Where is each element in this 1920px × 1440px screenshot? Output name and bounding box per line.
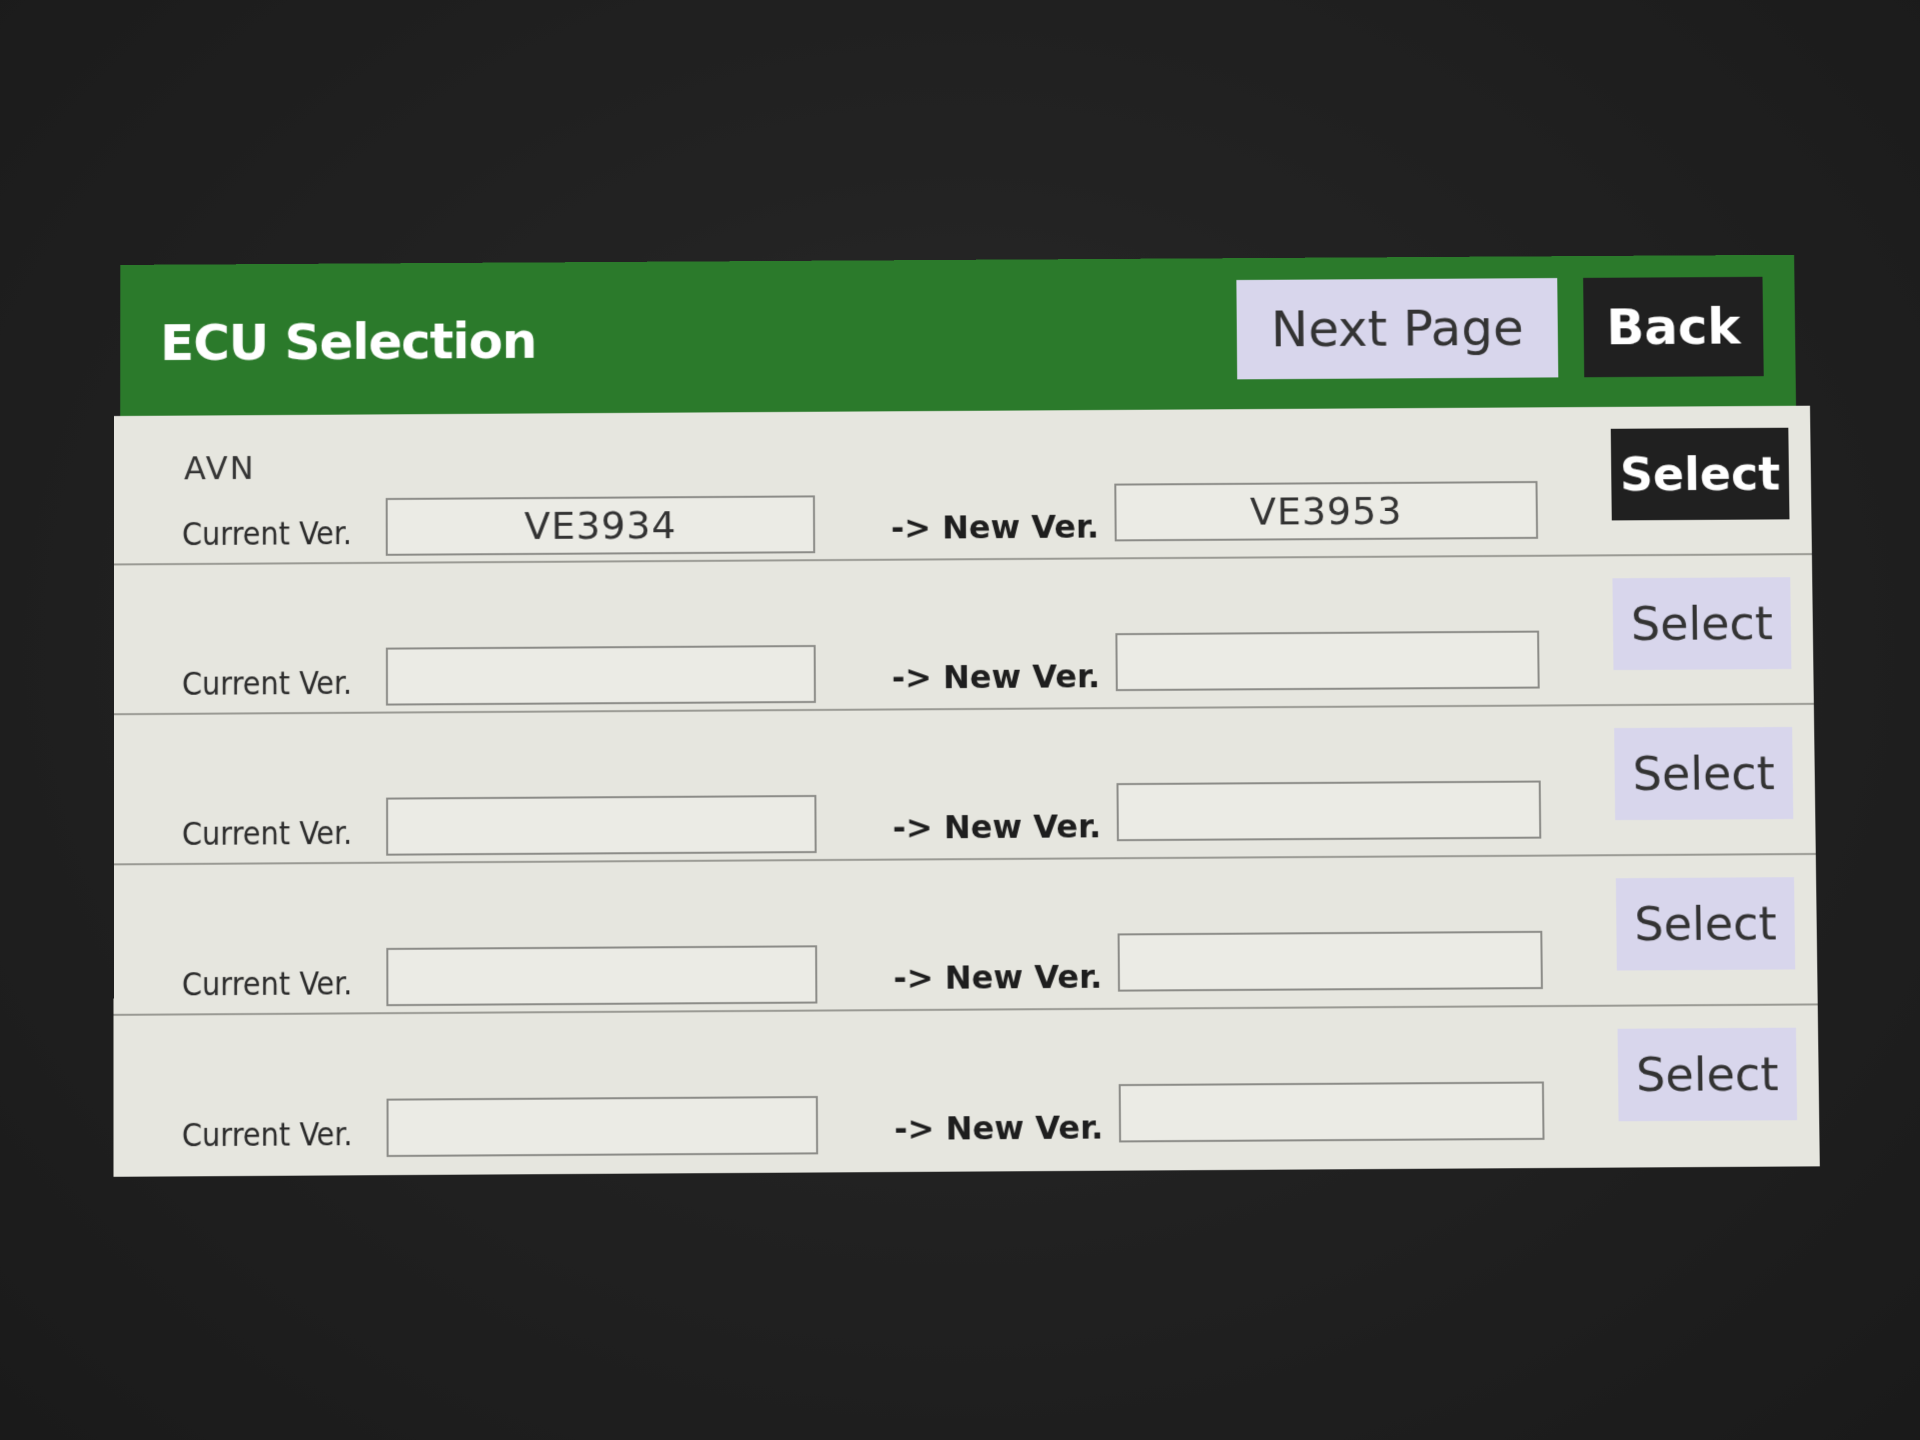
new-version-field: VE3953 [1114,481,1539,542]
current-version-field [386,945,818,1007]
page-title: ECU Selection [160,312,537,372]
current-version-field: VE3934 [385,495,816,556]
new-version-field [1118,1081,1545,1143]
new-version-label: -> New Ver. [891,657,1101,697]
ecu-row: AVN Current Ver. VE3934 -> New Ver. VE39… [114,405,1812,566]
new-version-field [1115,630,1540,692]
current-version-label: Current Ver. [181,663,353,703]
new-version-field [1117,930,1543,992]
header-bar: ECU Selection Next Page Back [120,254,1797,424]
select-button[interactable]: Select [1615,877,1796,971]
current-version-label: Current Ver. [181,964,353,1004]
current-version-field [385,645,816,706]
next-page-button[interactable]: Next Page [1236,278,1559,380]
current-version-label: Current Ver. [182,514,352,554]
select-button[interactable]: Select [1610,427,1790,521]
new-version-label: -> New Ver. [892,807,1102,847]
new-version-field [1116,780,1542,842]
ecu-row: Current Ver. -> New Ver. Select [114,1005,1820,1166]
ecu-row: Current Ver. -> New Ver. Select [113,854,1818,1016]
new-version-label: -> New Ver. [890,507,1100,547]
current-version-field [386,1095,819,1158]
ecu-row: Current Ver. -> New Ver. Select [113,704,1816,866]
ecu-name: AVN [184,449,256,488]
ecu-selection-screen: ECU Selection Next Page Back AVN Current… [113,254,1826,1185]
new-version-label: -> New Ver. [893,957,1103,998]
select-button[interactable]: Select [1617,1027,1798,1122]
current-version-label: Current Ver. [181,1114,353,1155]
current-version-label: Current Ver. [181,813,353,853]
select-button[interactable]: Select [1612,577,1792,671]
select-button[interactable]: Select [1614,726,1794,821]
ecu-row: Current Ver. -> New Ver. Select [113,555,1814,716]
current-version-field [386,794,817,856]
back-button[interactable]: Back [1583,276,1764,378]
new-version-label: -> New Ver. [894,1108,1104,1148]
ecu-list: AVN Current Ver. VE3934 -> New Ver. VE39… [113,405,1820,1177]
